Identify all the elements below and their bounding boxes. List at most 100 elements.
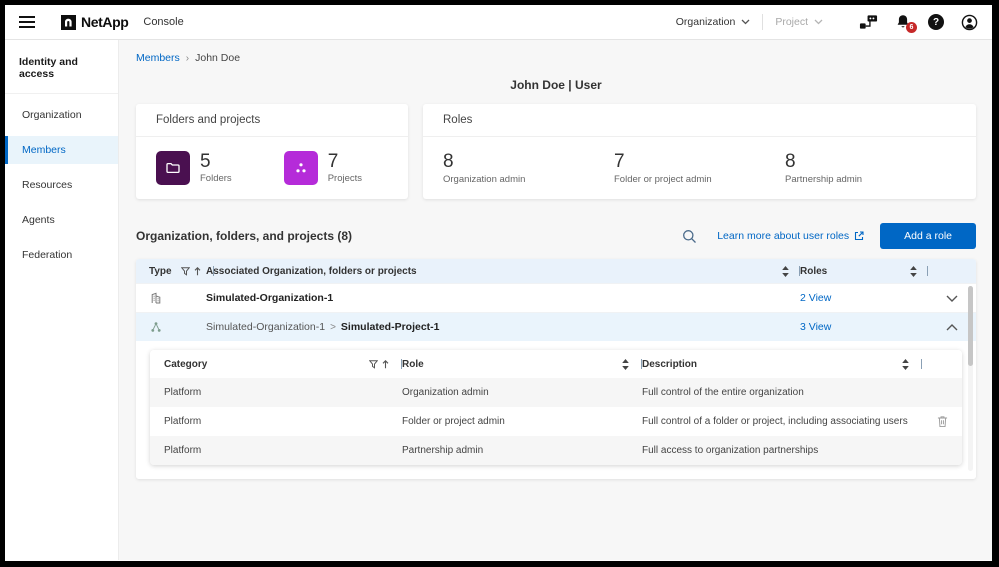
- table-row-organization[interactable]: Simulated-Organization-1 2 View: [136, 283, 976, 312]
- nested-row-partnership-admin[interactable]: Platform Partnership admin Full access t…: [150, 436, 962, 465]
- topbar-right: Organization Project 6 ?: [668, 14, 978, 33]
- role-name: Folder or project admin: [402, 416, 505, 427]
- sidebar-section-header: Identity and access: [5, 40, 118, 94]
- sidebar-item-members[interactable]: Members: [5, 136, 118, 164]
- nested-table-header: Category Role Description: [150, 350, 962, 378]
- table-scrollbar[interactable]: [968, 286, 973, 471]
- breadcrumb: Members › John Doe: [136, 52, 976, 64]
- folders-projects-card: Folders and projects 5 Folders 7 Project…: [136, 104, 408, 199]
- sort-icon[interactable]: [782, 265, 789, 277]
- notifications-bell-icon[interactable]: 6: [895, 14, 917, 33]
- projects-label: Projects: [327, 173, 363, 184]
- chevron-down-icon: [814, 19, 823, 25]
- col-associated-label: Associated Organization, folders or proj…: [206, 265, 417, 277]
- path-separator: >: [330, 321, 336, 333]
- search-icon[interactable]: [682, 229, 697, 244]
- organization-admin-label: Organization admin: [443, 173, 526, 185]
- sidebar: Identity and access Organization Members…: [5, 40, 119, 560]
- hamburger-menu-icon[interactable]: [19, 16, 35, 28]
- sort-asc-icon[interactable]: [382, 359, 389, 369]
- breadcrumb-members-link[interactable]: Members: [136, 52, 180, 64]
- partnership-admin-label: Partnership admin: [785, 173, 863, 185]
- sidebar-item-federation[interactable]: Federation: [5, 241, 118, 269]
- role-description: Full control of the entire organization: [642, 387, 804, 398]
- collapse-chevron-up-icon[interactable]: [946, 323, 958, 331]
- col-category-label: Category: [164, 358, 208, 370]
- partnership-admin-stat: 8 Partnership admin: [785, 152, 956, 185]
- filter-icon[interactable]: [180, 266, 190, 276]
- sort-icon[interactable]: [622, 358, 629, 370]
- nested-row-organization-admin[interactable]: Platform Organization admin Full control…: [150, 378, 962, 407]
- col-description-label: Description: [642, 358, 698, 370]
- roles-table-header: Type Associated Organization, folders or…: [136, 259, 976, 283]
- role-name: Organization admin: [402, 387, 489, 398]
- help-icon[interactable]: [928, 14, 944, 30]
- summary-cards: Folders and projects 5 Folders 7 Project…: [136, 104, 976, 199]
- sidebar-item-agents[interactable]: Agents: [5, 206, 118, 234]
- role-category: Platform: [164, 387, 202, 398]
- organization-selector[interactable]: Organization: [668, 16, 759, 28]
- sidebar-item-resources[interactable]: Resources: [5, 171, 118, 199]
- app-name: Console: [143, 16, 184, 28]
- sidebar-item-organization[interactable]: Organization: [5, 101, 118, 129]
- filter-icon[interactable]: [369, 359, 378, 369]
- add-role-button[interactable]: Add a role: [880, 223, 976, 249]
- user-avatar-icon[interactable]: [961, 14, 978, 31]
- partnership-admin-count: 8: [785, 150, 796, 172]
- folder-icon: [156, 151, 190, 185]
- brand-name: NetApp: [81, 14, 129, 30]
- main-content: Members › John Doe John Doe | User Folde…: [119, 40, 992, 560]
- expand-chevron-down-icon[interactable]: [946, 295, 958, 302]
- folder-project-admin-label: Folder or project admin: [614, 173, 712, 185]
- connector-icon[interactable]: [859, 14, 878, 30]
- project-name: Simulated-Project-1: [340, 321, 440, 333]
- project-selector-label: Project: [775, 16, 808, 28]
- netapp-brand: NetApp: [61, 14, 129, 30]
- expanded-roles-panel: Category Role Description Platform Organ…: [136, 341, 976, 479]
- folders-label: Folders: [200, 173, 232, 184]
- scrollbar-thumb[interactable]: [968, 286, 973, 366]
- projects-count: 7: [327, 151, 339, 172]
- roles-card: Roles 8 Organization admin 7 Folder or p…: [423, 104, 976, 199]
- roles-card-title: Roles: [423, 104, 976, 137]
- view-roles-link[interactable]: 2 View: [800, 292, 831, 304]
- learn-more-link[interactable]: Learn more about user roles: [717, 230, 864, 242]
- sort-icon[interactable]: [902, 358, 909, 370]
- folders-projects-card-title: Folders and projects: [136, 104, 408, 137]
- role-description: Full control of a folder or project, inc…: [642, 416, 908, 427]
- folder-project-admin-stat: 7 Folder or project admin: [614, 152, 785, 185]
- folders-stat: 5 Folders: [156, 151, 232, 185]
- notification-badge: 6: [906, 22, 917, 33]
- nested-roles-table: Category Role Description Platform Organ…: [150, 350, 962, 465]
- sort-asc-icon[interactable]: [194, 266, 201, 276]
- chevron-down-icon: [741, 19, 750, 25]
- project-icon: [151, 322, 161, 332]
- section-title: Organization, folders, and projects (8): [136, 229, 353, 243]
- folders-count: 5: [200, 151, 211, 172]
- delete-role-icon[interactable]: [937, 415, 948, 428]
- role-name: Partnership admin: [402, 445, 484, 456]
- table-toolbar: Organization, folders, and projects (8) …: [136, 223, 976, 249]
- view-roles-link[interactable]: 3 View: [800, 321, 831, 333]
- nested-row-folder-project-admin[interactable]: Platform Folder or project admin Full co…: [150, 407, 962, 436]
- organization-selector-label: Organization: [675, 16, 736, 28]
- col-roles-label: Roles: [800, 265, 828, 277]
- organization-admin-stat: 8 Organization admin: [443, 152, 614, 185]
- roles-table: Type Associated Organization, folders or…: [136, 259, 976, 479]
- netapp-logo-icon: [61, 14, 76, 30]
- learn-more-label: Learn more about user roles: [717, 230, 850, 242]
- table-row-project[interactable]: Simulated-Organization-1 > Simulated-Pro…: [136, 312, 976, 341]
- selector-divider: [762, 14, 764, 30]
- project-selector[interactable]: Project: [767, 16, 831, 28]
- sort-icon[interactable]: [910, 265, 917, 277]
- external-link-icon: [855, 231, 864, 241]
- organization-name: Simulated-Organization-1: [206, 292, 334, 304]
- organization-icon: [151, 292, 161, 304]
- topbar-icon-group: 6: [859, 14, 978, 33]
- col-role-label: Role: [402, 358, 424, 370]
- breadcrumb-separator: ›: [185, 52, 190, 64]
- topbar: NetApp Console Organization Project 6 ?: [5, 5, 992, 40]
- breadcrumb-current: John Doe: [195, 52, 241, 64]
- page-title: John Doe | User: [510, 78, 602, 92]
- project-path-prefix: Simulated-Organization-1: [206, 321, 326, 333]
